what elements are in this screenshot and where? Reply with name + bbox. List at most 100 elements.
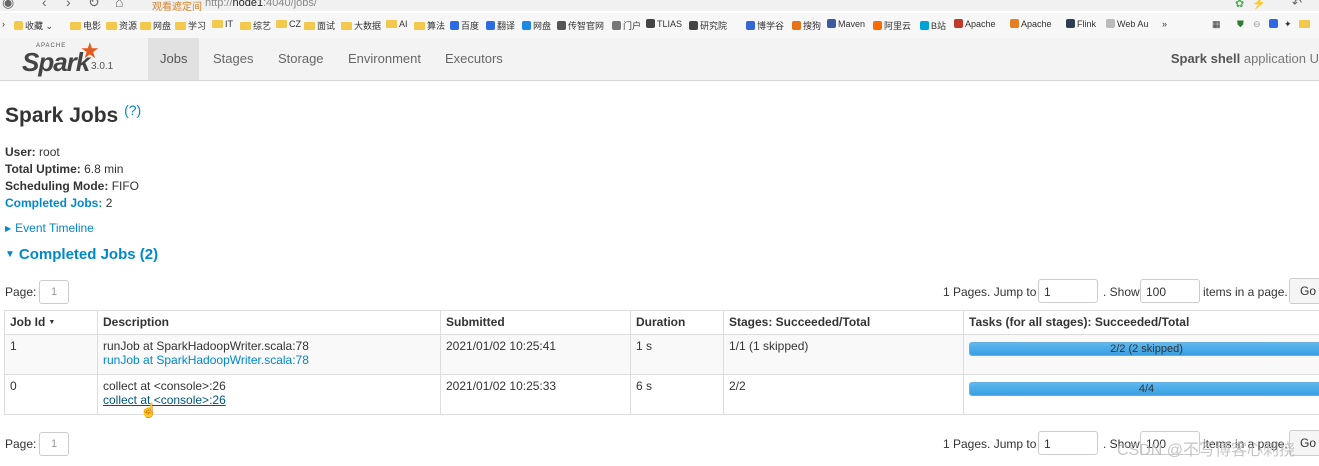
bookmark-item[interactable]: 电影: [70, 19, 101, 32]
table-row: 1 runJob at SparkHadoopWriter.scala:78 r…: [4, 334, 1319, 375]
bookmark-item[interactable]: B站: [920, 19, 946, 32]
bookmarks-overflow[interactable]: »: [1162, 19, 1167, 29]
column-header-duration[interactable]: Duration: [630, 310, 724, 335]
bookmark-item[interactable]: CZ: [276, 19, 301, 29]
tab-environment[interactable]: Environment: [336, 38, 433, 80]
extension-icon[interactable]: ✿: [1235, 0, 1244, 10]
bookmarks-bar: › 收藏 ⌄ 电影 资源 网盘 学习 IT 综艺 CZ 面试 大数据 AI 算法…: [0, 13, 1319, 39]
job-id-cell: 0: [4, 374, 98, 415]
tasks-cell: 4/4: [963, 374, 1319, 415]
folder-icon[interactable]: [1299, 19, 1312, 29]
column-header-submitted[interactable]: Submitted: [440, 310, 631, 335]
bookmark-item[interactable]: TLIAS: [646, 19, 682, 29]
bookmark-item[interactable]: Flink: [1066, 19, 1096, 29]
address-bar[interactable]: http://node1:4040/jobs/: [205, 0, 317, 9]
table-header-row: Job Id ▼ Description Submitted Duration S…: [4, 310, 1319, 335]
submitted-cell: 2021/01/02 10:25:33: [440, 374, 631, 415]
bookmark-item[interactable]: 翻译: [486, 19, 515, 32]
app-title: Spark shell application U: [1170, 51, 1319, 66]
completed-jobs-info: Completed Jobs: 2: [5, 196, 113, 210]
caret-right-icon: ▶: [5, 224, 12, 233]
bookmark-item[interactable]: 门户: [612, 19, 641, 32]
uptime-info: Total Uptime: 6.8 min: [5, 162, 124, 176]
translate-icon[interactable]: [1269, 19, 1280, 29]
tab-storage[interactable]: Storage: [266, 38, 336, 80]
bookmark-item[interactable]: 搜狗: [792, 19, 821, 32]
bookmark-item[interactable]: 综艺: [240, 19, 271, 32]
job-id-cell: 1: [4, 334, 98, 375]
completed-jobs-section-header[interactable]: ▼ Completed Jobs (2): [5, 246, 158, 263]
bookmark-item[interactable]: 算法: [414, 19, 445, 32]
scheduling-mode-info: Scheduling Mode: FIFO: [5, 179, 140, 193]
tab-stages[interactable]: Stages: [201, 38, 265, 80]
page-size-input[interactable]: 100: [1140, 279, 1200, 303]
completed-jobs-link[interactable]: Completed Jobs:: [5, 196, 102, 210]
bookmark-item[interactable]: 大数据: [341, 19, 381, 32]
submitted-cell: 2021/01/02 10:25:41: [440, 334, 631, 375]
stages-cell: 1/1 (1 skipped): [723, 334, 964, 375]
browser-toolbar: ◉ ‹ › ↻ ⌂ 观看遮定间 http://node1:4040/jobs/ …: [0, 0, 1319, 11]
bookmark-item[interactable]: Web Au: [1106, 19, 1148, 29]
security-warning: 观看遮定间: [152, 2, 202, 11]
spark-logo[interactable]: APACHE Spark ★ 3.0.1: [20, 38, 130, 78]
extension-icon[interactable]: ✦: [1284, 19, 1292, 30]
lightning-icon[interactable]: ⚡: [1252, 0, 1266, 10]
user-info: User: root: [5, 145, 60, 159]
forward-icon[interactable]: ›: [66, 0, 71, 10]
event-timeline-toggle[interactable]: ▶ Event Timeline: [5, 221, 94, 235]
bookmark-item[interactable]: 网盘: [140, 19, 171, 32]
bookmarks-toggle-icon[interactable]: ›: [2, 19, 5, 29]
tab-executors[interactable]: Executors: [433, 38, 515, 80]
watermark: CSDN @不写博客心刺挠: [1116, 442, 1295, 459]
bookmark-item[interactable]: AI: [386, 19, 408, 29]
column-header-tasks[interactable]: Tasks (for all stages): Succeeded/Total: [963, 310, 1319, 335]
column-header-job-id[interactable]: Job Id ▼: [4, 310, 98, 335]
grid-icon[interactable]: ▦: [1212, 19, 1221, 30]
bookmark-item[interactable]: 面试: [304, 19, 335, 32]
bookmark-item[interactable]: 资源: [106, 19, 137, 32]
back-icon[interactable]: ‹: [42, 0, 47, 10]
job-description-link[interactable]: collect at <console>:26: [103, 393, 226, 407]
bookmark-item[interactable]: Apache: [954, 19, 996, 29]
jump-to-page-input[interactable]: 1: [1038, 279, 1098, 303]
column-header-stages[interactable]: Stages: Succeeded/Total: [723, 310, 964, 335]
help-link[interactable]: (?): [124, 102, 141, 118]
tab-jobs[interactable]: Jobs: [148, 38, 200, 80]
bookmark-item[interactable]: 学习: [175, 19, 206, 32]
jump-to-page-input[interactable]: 1: [1038, 431, 1098, 455]
undo-icon[interactable]: ↶: [1292, 0, 1302, 10]
bookmark-item[interactable]: 博学谷: [746, 19, 784, 32]
job-description-link[interactable]: runJob at SparkHadoopWriter.scala:78: [103, 353, 309, 367]
bookmark-item[interactable]: 收藏 ⌄: [14, 19, 53, 32]
hand-cursor-icon: ☝: [140, 402, 158, 418]
tasks-progress-bar: 4/4: [969, 382, 1319, 396]
bookmark-item[interactable]: 传智官网: [557, 19, 604, 32]
browser-avatar-icon[interactable]: ◉: [2, 0, 14, 11]
duration-cell: 1 s: [630, 334, 724, 375]
sort-down-icon: ▼: [48, 319, 56, 326]
bookmark-item[interactable]: Apache: [1010, 19, 1052, 29]
page-number-button[interactable]: 1: [39, 280, 69, 304]
tasks-cell: 2/2 (2 skipped): [963, 334, 1319, 375]
go-button[interactable]: Go: [1289, 278, 1319, 304]
page-number-button[interactable]: 1: [39, 432, 69, 456]
home-icon[interactable]: ⌂: [115, 0, 123, 10]
minus-circle-icon[interactable]: ⊖: [1253, 19, 1261, 30]
bookmark-item[interactable]: 阿里云: [873, 19, 911, 32]
bookmark-item[interactable]: IT: [212, 19, 233, 29]
column-header-description[interactable]: Description: [97, 310, 441, 335]
caret-down-icon: ▼: [5, 249, 15, 260]
shield-icon[interactable]: ⛊: [1237, 19, 1244, 30]
description-cell: runJob at SparkHadoopWriter.scala:78 run…: [97, 334, 441, 375]
completed-jobs-table: Job Id ▼ Description Submitted Duration S…: [4, 310, 1319, 415]
bookmark-item[interactable]: 研究院: [689, 19, 727, 32]
bookmark-item[interactable]: 百度: [450, 19, 479, 32]
stages-cell: 2/2: [723, 374, 964, 415]
bookmark-item[interactable]: Maven: [827, 19, 865, 29]
table-row: 0 collect at <console>:26 collect at <co…: [4, 374, 1319, 415]
duration-cell: 6 s: [630, 374, 724, 415]
refresh-icon[interactable]: ↻: [88, 0, 100, 11]
spark-navbar: APACHE Spark ★ 3.0.1 Jobs Stages Storage…: [0, 38, 1319, 81]
bookmark-item[interactable]: 网盘: [522, 19, 551, 32]
tasks-progress-bar: 2/2 (2 skipped): [969, 342, 1319, 356]
